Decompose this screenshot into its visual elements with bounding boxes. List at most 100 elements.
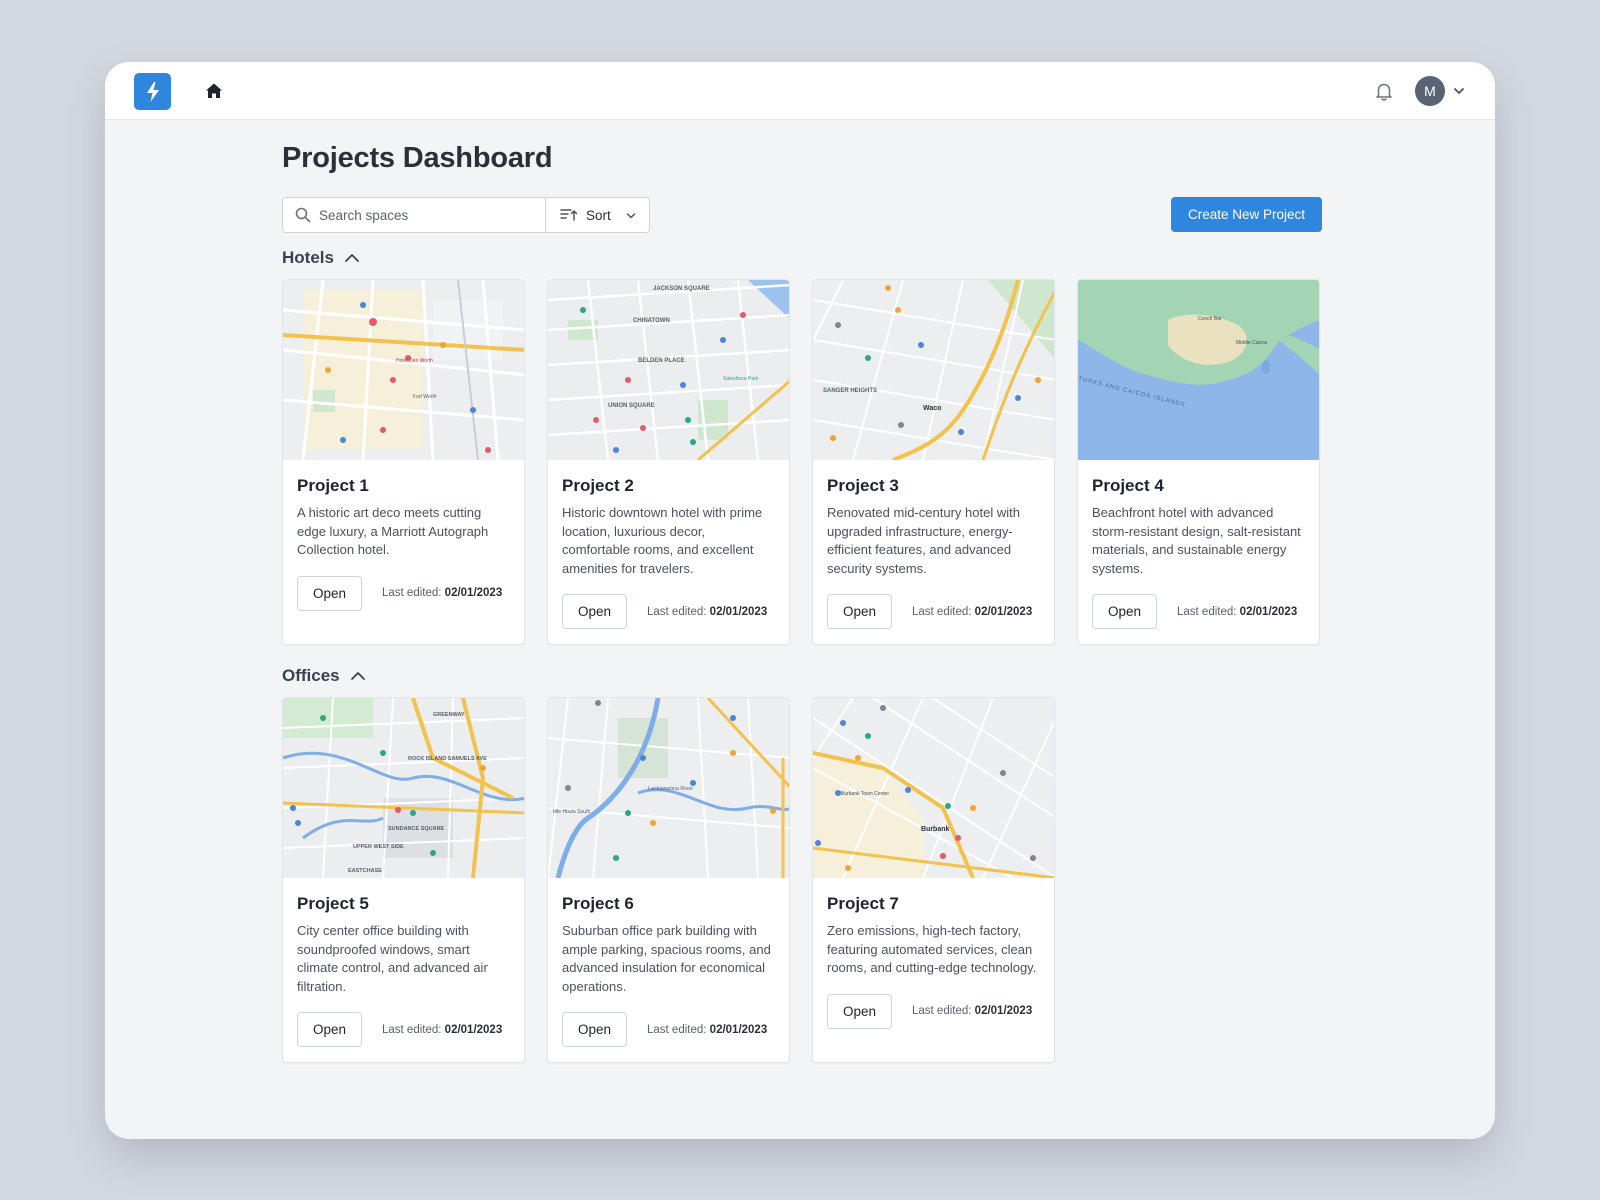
project-name: Project 5 — [297, 894, 369, 913]
section-header-hotels[interactable]: Hotels — [282, 247, 1322, 269]
map-label: UPPER WEST SIDE — [353, 844, 404, 850]
project-card: Burbank Burbank Town Center Project 7 Ze… — [812, 697, 1055, 1063]
top-navbar: M — [105, 62, 1495, 120]
last-edited-label: Last edited: — [912, 605, 972, 618]
project-name: Project 4 — [1092, 476, 1164, 495]
chevron-up-icon — [345, 254, 359, 262]
card-body: Project 7 Zero emissions, high-tech fact… — [813, 878, 1054, 1062]
search-input[interactable] — [319, 207, 529, 223]
map-label: Idle Hours South — [553, 809, 590, 815]
project-description: City center office building with soundpr… — [297, 923, 488, 994]
project-name: Project 7 — [827, 894, 899, 913]
map-thumbnail: SANGER HEIGHTS Waco — [813, 280, 1054, 460]
chevron-up-icon — [350, 672, 365, 680]
last-edited-label: Last edited: — [647, 605, 707, 618]
last-edited: Last edited: 02/01/2023 — [912, 606, 1032, 618]
last-edited-date: 02/01/2023 — [974, 1005, 1033, 1017]
create-project-button[interactable]: Create New Project — [1171, 197, 1322, 232]
open-button[interactable]: Open — [1092, 594, 1157, 629]
last-edited: Last edited: 02/01/2023 — [382, 1024, 502, 1036]
last-edited-date: 02/01/2023 — [444, 587, 503, 599]
map-label: ROCK ISLAND SAMUELS AVE — [408, 756, 487, 762]
last-edited-date: 02/01/2023 — [444, 1023, 503, 1036]
toolbar: Sort Create New Project — [282, 197, 1322, 233]
open-button[interactable]: Open — [562, 1012, 627, 1047]
project-card: Lackawanna River Idle Hours South Projec… — [547, 697, 790, 1063]
map-label: GREENWAY — [433, 712, 465, 718]
project-name: Project 1 — [297, 476, 369, 495]
sort-icon — [560, 209, 578, 221]
last-edited-label: Last edited: — [647, 1023, 707, 1036]
map-thumbnail: Hotel Den Worth Fort Worth — [283, 280, 524, 460]
offices-card-grid: GREENWAY ROCK ISLAND SAMUELS AVE SUNDANC… — [282, 697, 1322, 1063]
map-label: BELDEN PLACE — [638, 358, 685, 364]
map-thumbnail: GREENWAY ROCK ISLAND SAMUELS AVE SUNDANC… — [283, 698, 524, 878]
last-edited-label: Last edited: — [1177, 605, 1237, 618]
section-title: Hotels — [282, 248, 334, 267]
map-label: EASTCHASE — [348, 868, 382, 874]
section-header-offices[interactable]: Offices — [282, 665, 1322, 687]
last-edited: Last edited: 02/01/2023 — [912, 1005, 1032, 1017]
open-button[interactable]: Open — [297, 1012, 362, 1047]
user-avatar[interactable]: M — [1415, 76, 1445, 106]
last-edited: Last edited: 02/01/2023 — [382, 587, 502, 599]
bolt-icon — [146, 81, 159, 102]
project-card: JACKSON SQUARE CHINATOWN BELDEN PLACE UN… — [547, 279, 790, 645]
card-body: Project 3 Renovated mid-century hotel wi… — [813, 460, 1054, 644]
project-description: A historic art deco meets cutting edge l… — [297, 505, 489, 557]
map-thumbnail: TURKS AND CAICOS ISLANDS Conch Bar Middl… — [1078, 280, 1319, 460]
section-title: Offices — [282, 666, 340, 685]
project-card: GREENWAY ROCK ISLAND SAMUELS AVE SUNDANC… — [282, 697, 525, 1063]
home-button[interactable] — [203, 80, 225, 102]
account-menu-toggle[interactable] — [1452, 84, 1466, 98]
page-title: Projects Dashboard — [282, 142, 553, 174]
notifications-button[interactable] — [1372, 79, 1396, 103]
project-description: Suburban office park building with ample… — [562, 923, 771, 994]
map-label: Conch Bar — [1198, 316, 1222, 322]
hotels-card-grid: Hotel Den Worth Fort Worth Project 1 A h… — [282, 279, 1322, 645]
card-footer: Open Last edited: 02/01/2023 — [297, 575, 510, 644]
map-label: CHINATOWN — [633, 318, 670, 324]
map-label: JACKSON SQUARE — [653, 286, 710, 292]
last-edited-date: 02/01/2023 — [974, 605, 1033, 618]
search-icon — [295, 207, 311, 223]
project-description: Zero emissions, high-tech factory, featu… — [827, 923, 1037, 975]
last-edited-date: 02/01/2023 — [709, 1023, 768, 1036]
map-label: SANGER HEIGHTS — [823, 388, 877, 394]
project-card: SANGER HEIGHTS Waco Project 3 Renovated … — [812, 279, 1055, 645]
card-footer: Open Last edited: 02/01/2023 — [562, 594, 775, 644]
project-card: Hotel Den Worth Fort Worth Project 1 A h… — [282, 279, 525, 645]
card-body: Project 1 A historic art deco meets cutt… — [283, 460, 524, 644]
card-body: Project 5 City center office building wi… — [283, 878, 524, 1062]
map-thumbnail: JACKSON SQUARE CHINATOWN BELDEN PLACE UN… — [548, 280, 789, 460]
last-edited-date: 02/01/2023 — [1239, 605, 1298, 618]
card-body: Project 4 Beachfront hotel with advanced… — [1078, 460, 1319, 644]
project-description: Historic downtown hotel with prime locat… — [562, 505, 763, 576]
card-body: Project 6 Suburban office park building … — [548, 878, 789, 1062]
map-label: Burbank Town Center — [841, 791, 889, 797]
avatar-initial: M — [1424, 83, 1436, 99]
open-button[interactable]: Open — [562, 594, 627, 629]
card-footer: Open Last edited: 02/01/2023 — [562, 1012, 775, 1062]
open-button[interactable]: Open — [827, 594, 892, 629]
project-description: Beachfront hotel with advanced storm-res… — [1092, 505, 1301, 576]
project-card: TURKS AND CAICOS ISLANDS Conch Bar Middl… — [1077, 279, 1320, 645]
last-edited-label: Last edited: — [382, 587, 442, 599]
last-edited-date: 02/01/2023 — [709, 605, 768, 618]
sort-label: Sort — [586, 207, 611, 223]
chevron-down-icon — [1454, 88, 1464, 94]
chevron-down-icon — [626, 213, 636, 219]
map-label: Lackawanna River — [648, 786, 693, 792]
open-button[interactable]: Open — [827, 993, 892, 1029]
card-footer: Open Last edited: 02/01/2023 — [1092, 594, 1305, 644]
app-window: M Projects Dashboard Sort — [105, 62, 1495, 1139]
map-label: UNION SQUARE — [608, 403, 655, 409]
open-button[interactable]: Open — [297, 575, 362, 611]
card-footer: Open Last edited: 02/01/2023 — [297, 1012, 510, 1062]
sort-button[interactable]: Sort — [545, 197, 650, 233]
search-box[interactable] — [282, 197, 546, 233]
map-label: Burbank — [921, 826, 950, 833]
card-footer: Open Last edited: 02/01/2023 — [827, 594, 1040, 644]
map-label: Middle Caicos — [1236, 340, 1268, 346]
app-logo[interactable] — [134, 73, 171, 110]
